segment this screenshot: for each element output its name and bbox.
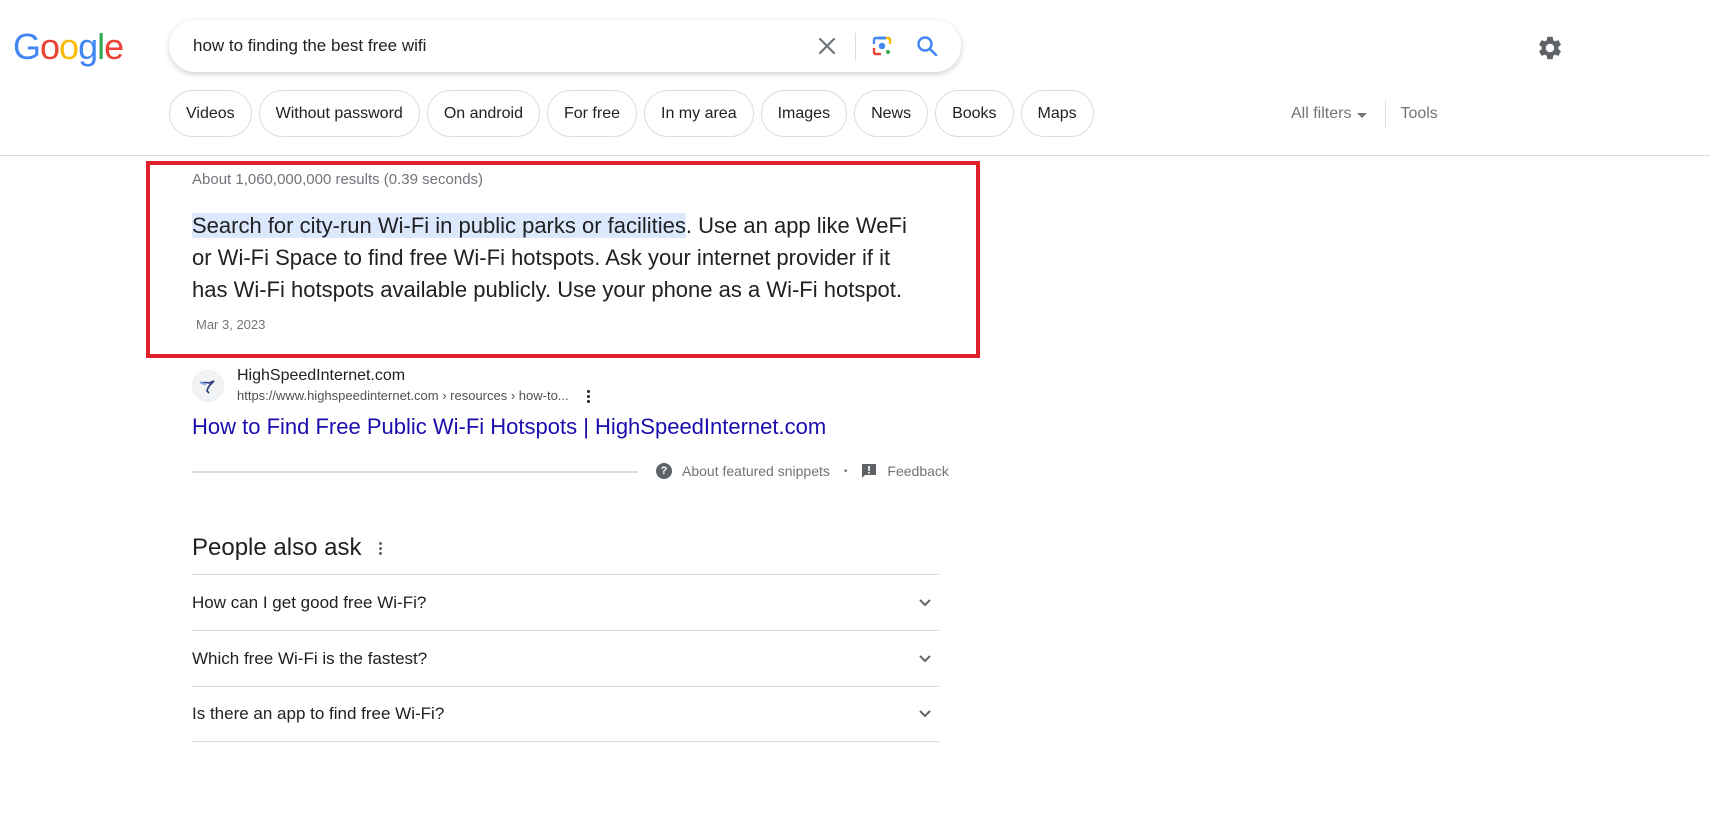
chevron-down-icon <box>915 593 935 613</box>
search-input[interactable] <box>193 20 793 72</box>
paa-more-options-icon[interactable] <box>375 538 385 558</box>
logo-letter: o <box>40 26 60 67</box>
snippet-footer: ? About featured snippets • Feedback <box>656 463 949 479</box>
logo-letter: e <box>104 26 124 67</box>
paa-question-text: How can I get good free Wi-Fi? <box>192 592 427 612</box>
help-icon: ? <box>656 463 672 479</box>
search-divider <box>855 33 856 61</box>
chip-in-my-area[interactable]: In my area <box>644 90 754 137</box>
search-icon <box>917 36 938 57</box>
paa-question-text: Is there an app to find free Wi-Fi? <box>192 704 445 723</box>
settings-button[interactable] <box>1536 34 1564 62</box>
about-featured-snippets-link[interactable]: About featured snippets <box>682 463 830 479</box>
clear-search-button[interactable] <box>813 32 841 60</box>
all-filters-label: All filters <box>1291 105 1352 122</box>
logo-letter: g <box>78 26 98 67</box>
people-also-ask-heading: People also ask <box>192 534 385 562</box>
all-filters-dropdown[interactable]: All filters <box>1291 105 1368 123</box>
search-filter-chips: Videos Without password On android For f… <box>169 90 1094 137</box>
search-button[interactable] <box>913 32 941 60</box>
more-options-icon[interactable] <box>583 386 595 406</box>
logo-letter: G <box>13 26 41 67</box>
source-site-name[interactable]: HighSpeedInternet.com <box>237 366 595 386</box>
footer-separator: • <box>843 465 848 477</box>
filter-tools-bar: All filters Tools <box>1291 100 1438 128</box>
chip-news[interactable]: News <box>854 90 929 137</box>
google-logo[interactable]: Google <box>13 26 124 67</box>
header-divider <box>0 155 1710 156</box>
chip-without-password[interactable]: Without password <box>258 90 420 137</box>
annotation-highlight-box <box>146 161 980 358</box>
chip-images[interactable]: Images <box>760 90 848 137</box>
logo-letter: l <box>97 26 105 67</box>
chevron-down-icon <box>915 704 935 724</box>
source-result-title-link[interactable]: How to Find Free Public Wi-Fi Hotspots |… <box>192 414 826 440</box>
chevron-down-icon <box>915 649 935 669</box>
people-also-ask-list: How can I get good free Wi-Fi? Which fre… <box>192 574 939 742</box>
feedback-link[interactable]: Feedback <box>887 463 948 479</box>
close-icon <box>818 37 836 55</box>
tools-button[interactable]: Tools <box>1400 105 1437 123</box>
people-also-ask-title: People also ask <box>192 534 362 561</box>
google-lens-icon <box>872 36 892 56</box>
hummingbird-logo-icon <box>199 380 215 394</box>
chip-on-android[interactable]: On android <box>426 90 540 137</box>
filters-divider <box>1385 100 1387 128</box>
source-url[interactable]: https://www.highspeedinternet.com › reso… <box>237 386 569 406</box>
paa-question[interactable]: How can I get good free Wi-Fi? <box>192 574 939 630</box>
paa-question[interactable]: Is there an app to find free Wi-Fi? <box>192 686 939 742</box>
paa-question[interactable]: Which free Wi-Fi is the fastest? <box>192 630 939 686</box>
site-favicon[interactable] <box>192 370 224 402</box>
paa-question-text: Which free Wi-Fi is the fastest? <box>192 648 428 668</box>
search-box <box>169 20 961 72</box>
chip-videos[interactable]: Videos <box>169 90 252 137</box>
snippet-footer-divider <box>192 471 638 473</box>
chip-maps[interactable]: Maps <box>1020 90 1094 137</box>
chip-books[interactable]: Books <box>935 90 1014 137</box>
snippet-source: HighSpeedInternet.com https://www.highsp… <box>192 366 595 406</box>
gear-icon <box>1539 36 1561 60</box>
chip-for-free[interactable]: For free <box>546 90 637 137</box>
caret-down-icon <box>1357 112 1368 118</box>
search-by-image-button[interactable] <box>868 32 896 60</box>
feedback-icon <box>862 464 877 478</box>
logo-letter: o <box>59 26 79 67</box>
